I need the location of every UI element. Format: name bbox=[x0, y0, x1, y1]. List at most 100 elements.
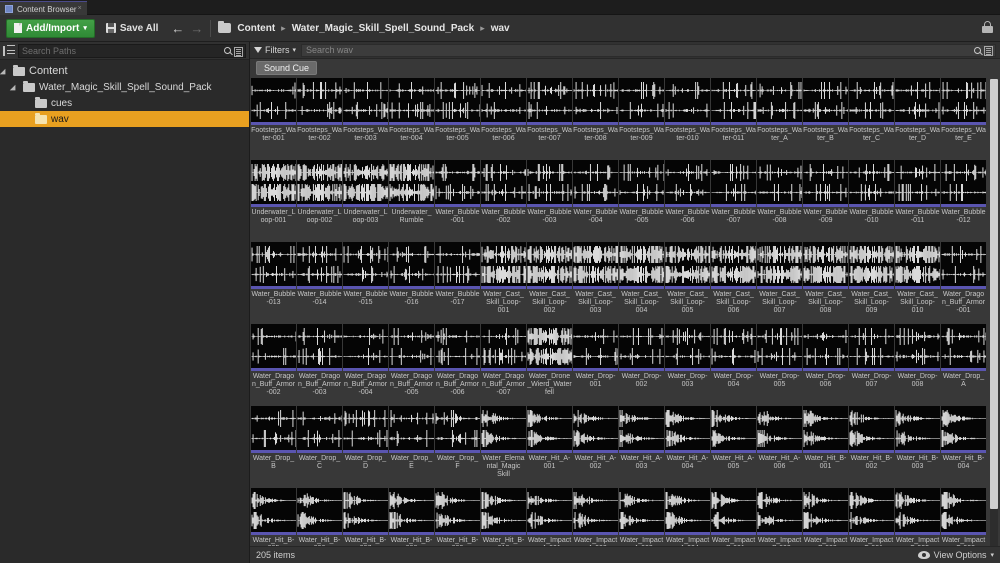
asset-tile[interactable]: Water_Bubble-016 bbox=[389, 242, 434, 324]
tree-item-wav[interactable]: wav bbox=[0, 111, 249, 127]
asset-tile[interactable]: Water_Cast_Skill_Loop-006 bbox=[711, 242, 756, 324]
expand-arrow-icon[interactable] bbox=[12, 84, 19, 91]
asset-tile[interactable]: Water_Hit_B-004 bbox=[941, 406, 986, 488]
asset-tile[interactable]: Water_Hit_B-002 bbox=[849, 406, 894, 488]
lock-icon[interactable] bbox=[982, 21, 993, 34]
asset-tile[interactable]: Water_Cast_Skill_Loop-010 bbox=[895, 242, 940, 324]
asset-tile[interactable]: Water_Cast_Skill_Loop-009 bbox=[849, 242, 894, 324]
filters-button[interactable]: Filters ▾ bbox=[254, 45, 296, 55]
asset-tile[interactable]: Water_Dragon_Buff_Armor-002 bbox=[251, 324, 296, 406]
asset-tile[interactable]: Footsteps_Water-005 bbox=[435, 78, 480, 160]
add-import-button[interactable]: Add/Import ▾ bbox=[6, 18, 95, 38]
asset-tile[interactable]: Water_Bubble-010 bbox=[849, 160, 894, 242]
asset-grid-scrollbar[interactable] bbox=[990, 79, 998, 561]
asset-tile[interactable]: Footsteps_Water-003 bbox=[343, 78, 388, 160]
asset-tile[interactable]: Water_Bubble-008 bbox=[757, 160, 802, 242]
asset-tile[interactable]: Water_Hit_A-005 bbox=[711, 406, 756, 488]
asset-tile[interactable]: Water_Bubble-002 bbox=[481, 160, 526, 242]
asset-tile[interactable]: Water_Cast_Skill_Loop-002 bbox=[527, 242, 572, 324]
back-arrow-icon[interactable]: ← bbox=[171, 22, 184, 35]
asset-tile[interactable]: Water_Hit_A-006 bbox=[757, 406, 802, 488]
asset-tile[interactable]: Water_Dragon_Buff_Armor-007 bbox=[481, 324, 526, 406]
asset-tile[interactable]: Water_Dragon_Buff_Armor-003 bbox=[297, 324, 342, 406]
asset-tile[interactable]: Water_Drop_A bbox=[941, 324, 986, 406]
asset-tile[interactable]: Water_Drop-005 bbox=[757, 324, 802, 406]
asset-tile[interactable]: Water_Bubble-012 bbox=[941, 160, 986, 242]
asset-tile[interactable]: Footsteps_Water-006 bbox=[481, 78, 526, 160]
save-all-button[interactable]: Save All bbox=[102, 19, 163, 38]
collapse-icon[interactable] bbox=[3, 44, 15, 57]
asset-tile[interactable]: Footsteps_Water-002 bbox=[297, 78, 342, 160]
asset-tile[interactable]: Water_Hit_A-004 bbox=[665, 406, 710, 488]
asset-tile[interactable]: Water_Dragon_Buff_Armor-004 bbox=[343, 324, 388, 406]
breadcrumb-item-wav[interactable]: wav bbox=[491, 23, 510, 34]
asset-tile[interactable]: Water_Bubble-001 bbox=[435, 160, 480, 242]
asset-tile[interactable]: Water_Drop-006 bbox=[803, 324, 848, 406]
asset-tile[interactable]: Water_Drop-004 bbox=[711, 324, 756, 406]
scrollbar-thumb[interactable] bbox=[990, 79, 998, 509]
asset-tile[interactable]: Water_Dragon_Buff_Armor-001 bbox=[941, 242, 986, 324]
asset-tile[interactable]: Footsteps_Water-007 bbox=[527, 78, 572, 160]
asset-tile[interactable]: Footsteps_Water_B bbox=[803, 78, 848, 160]
asset-tile[interactable]: Water_Bubble-009 bbox=[803, 160, 848, 242]
asset-tile[interactable]: Water_Hit_B-001 bbox=[803, 406, 848, 488]
forward-arrow-icon[interactable]: → bbox=[190, 22, 203, 35]
asset-tile[interactable]: Water_Dragon_Buff_Armor-006 bbox=[435, 324, 480, 406]
asset-tile[interactable]: Water_Cast_Skill_Loop-003 bbox=[573, 242, 618, 324]
tree-item-cues[interactable]: cues bbox=[0, 95, 249, 111]
asset-tile[interactable]: Footsteps_Water_D bbox=[895, 78, 940, 160]
breadcrumb-item-content[interactable]: Content bbox=[237, 23, 275, 34]
asset-tile[interactable]: Water_Drop-008 bbox=[895, 324, 940, 406]
asset-tile[interactable]: Water_Drop-003 bbox=[665, 324, 710, 406]
asset-tile[interactable]: Water_Hit_A-002 bbox=[573, 406, 618, 488]
asset-tile[interactable]: Water_Drop_F bbox=[435, 406, 480, 488]
asset-tile[interactable]: Water_Bubble-013 bbox=[251, 242, 296, 324]
asset-tile[interactable]: Underwater_Loop-002 bbox=[297, 160, 342, 242]
asset-tile[interactable]: Water_Drop_B bbox=[251, 406, 296, 488]
asset-tile[interactable]: Water_Bubble-003 bbox=[527, 160, 572, 242]
asset-tile[interactable]: Water_Cast_Skill_Loop-004 bbox=[619, 242, 664, 324]
asset-tile[interactable]: Water_Cast_Skill_Loop-007 bbox=[757, 242, 802, 324]
asset-tile[interactable]: Water_Bubble-004 bbox=[573, 160, 618, 242]
asset-tile[interactable]: Footsteps_Water-009 bbox=[619, 78, 664, 160]
asset-tile[interactable]: Footsteps_Water_E bbox=[941, 78, 986, 160]
asset-tile[interactable]: Water_Drop_C bbox=[297, 406, 342, 488]
asset-tile[interactable]: Underwater_Loop-003 bbox=[343, 160, 388, 242]
asset-tile[interactable]: Water_Drone_Wierd_Waterfell bbox=[527, 324, 572, 406]
asset-tile[interactable]: Underwater_Loop-001 bbox=[251, 160, 296, 242]
list-view-icon[interactable] bbox=[234, 46, 243, 57]
list-view-icon[interactable] bbox=[984, 45, 993, 56]
asset-tile[interactable]: Water_Bubble-011 bbox=[895, 160, 940, 242]
search-assets-input[interactable]: Search wav bbox=[301, 43, 996, 57]
tree-item-water-magic-skill-spell-sound-pack[interactable]: Water_Magic_Skill_Spell_Sound_Pack bbox=[0, 79, 249, 95]
asset-tile[interactable]: Water_Cast_Skill_Loop-005 bbox=[665, 242, 710, 324]
asset-tile[interactable]: Water_Dragon_Buff_Armor-005 bbox=[389, 324, 434, 406]
view-options-button[interactable]: View Options ▾ bbox=[917, 550, 994, 560]
tab-content-browser[interactable]: Content Browser × bbox=[0, 1, 87, 16]
breadcrumb-item-pack[interactable]: Water_Magic_Skill_Spell_Sound_Pack bbox=[292, 23, 474, 34]
tree-item-content[interactable]: Content bbox=[0, 63, 249, 79]
asset-tile[interactable]: Water_Cast_Skill_Loop-001 bbox=[481, 242, 526, 324]
asset-tile[interactable]: Footsteps_Water_A bbox=[757, 78, 802, 160]
filter-chip-sound-cue[interactable]: Sound Cue bbox=[256, 61, 318, 75]
asset-tile[interactable]: Water_Hit_A-001 bbox=[527, 406, 572, 488]
asset-tile[interactable]: Water_Bubble-005 bbox=[619, 160, 664, 242]
asset-tile[interactable]: Footsteps_Water-010 bbox=[665, 78, 710, 160]
asset-tile[interactable]: Footsteps_Water_C bbox=[849, 78, 894, 160]
asset-tile[interactable]: Water_Hit_A-003 bbox=[619, 406, 664, 488]
asset-tile[interactable]: Footsteps_Water-008 bbox=[573, 78, 618, 160]
asset-tile[interactable]: Water_Bubble-017 bbox=[435, 242, 480, 324]
search-paths-input[interactable]: Search Paths bbox=[18, 43, 246, 58]
asset-tile[interactable]: Water_Bubble-006 bbox=[665, 160, 710, 242]
asset-tile[interactable]: Water_Hit_B-003 bbox=[895, 406, 940, 488]
asset-tile[interactable]: Water_Drop-001 bbox=[573, 324, 618, 406]
asset-tile[interactable]: Footsteps_Water-011 bbox=[711, 78, 756, 160]
asset-tile[interactable]: Water_Elemantal_Magic Skill bbox=[481, 406, 526, 488]
asset-tile[interactable]: Water_Bubble-007 bbox=[711, 160, 756, 242]
asset-tile[interactable]: Water_Bubble-015 bbox=[343, 242, 388, 324]
expand-arrow-icon[interactable] bbox=[2, 68, 9, 75]
asset-tile[interactable]: Water_Drop_E bbox=[389, 406, 434, 488]
asset-tile[interactable]: Footsteps_Water-004 bbox=[389, 78, 434, 160]
asset-tile[interactable]: Water_Drop-007 bbox=[849, 324, 894, 406]
asset-tile[interactable]: Underwater_Rumble bbox=[389, 160, 434, 242]
